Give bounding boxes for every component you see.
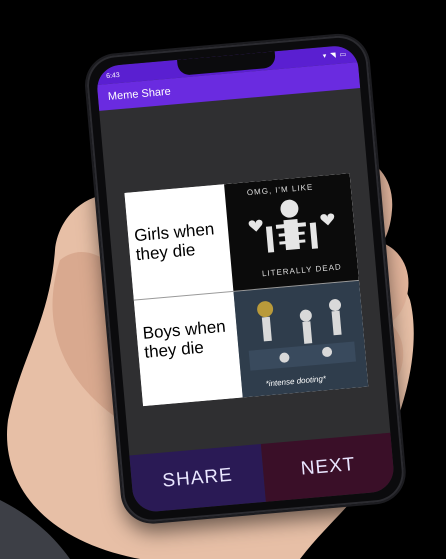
next-button[interactable]: NEXT — [260, 432, 396, 502]
status-time: 6:43 — [105, 71, 121, 81]
meme-bottom-image: *intense dooting* — [233, 280, 369, 398]
meme-top-image: OMG, I'M LIKE LITERALLY DEAD — [224, 173, 359, 292]
phone-screen: 6:43 ▾ ◥ ▭ Meme Share Girls when they di… — [95, 44, 396, 514]
app-title: Meme Share — [107, 85, 172, 104]
phone-device: 6:43 ▾ ◥ ▭ Meme Share Girls when they di… — [84, 33, 407, 525]
share-button[interactable]: SHARE — [129, 444, 266, 514]
meme-top-text: Girls when they die — [124, 184, 234, 301]
status-icons: ▾ ◥ ▭ — [322, 51, 348, 61]
meme-image: Girls when they die OMG, I'M LIKE LITERA… — [124, 173, 369, 407]
meme-bottom-text: Boys when they die — [133, 291, 243, 407]
